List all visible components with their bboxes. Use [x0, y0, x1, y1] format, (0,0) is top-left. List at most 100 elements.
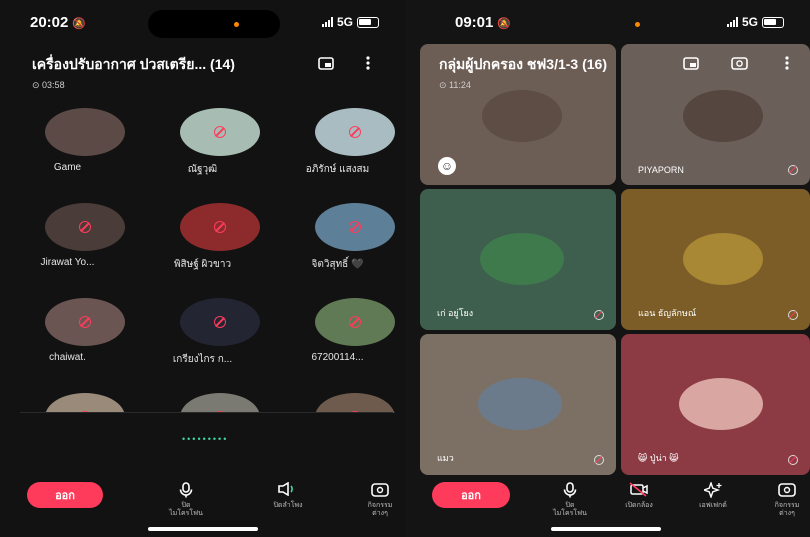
- mic-off-icon: [79, 316, 91, 328]
- battery-icon: [762, 16, 784, 28]
- phone-left: 20:02 🔕 5G เครื่องปรับอากาศ ปวสเตรีย... (…: [0, 0, 405, 537]
- phone-right: 09:01 🔕 5G ☺ PIYAPORN กลุ่มผู้ปกครอง ชฟ3/…: [405, 0, 810, 537]
- participant-name: Game: [53, 162, 82, 173]
- mic-off-icon: [349, 126, 361, 138]
- camera-label: เปิดกล้อง: [625, 502, 653, 509]
- switch-camera-icon[interactable]: [730, 56, 748, 70]
- status-bar: 20:02 🔕 5G: [0, 0, 405, 40]
- network-label: 5G: [741, 15, 758, 29]
- avatar: [482, 90, 562, 142]
- call-timer: ⊙ 11:24: [439, 80, 471, 90]
- leave-button[interactable]: ออก: [432, 482, 510, 508]
- status-right: 5G: [726, 15, 784, 29]
- mic-off-icon: [349, 221, 361, 233]
- camera-off-icon: [609, 482, 669, 500]
- video-tile[interactable]: 😸 ปู่น่า 😸: [621, 334, 810, 475]
- pip-icon[interactable]: [317, 56, 335, 70]
- participant-name: พิสิษฐ์ ผิวขาว: [173, 259, 232, 270]
- more-menu-icon[interactable]: [778, 56, 796, 70]
- leave-button[interactable]: ออก: [27, 482, 103, 508]
- avatar: [478, 378, 562, 430]
- avatar: [45, 108, 125, 156]
- effects-button[interactable]: เอฟเฟกต์: [683, 480, 743, 510]
- home-indicator: [551, 527, 661, 531]
- participant-cell[interactable]: 67200114...: [270, 290, 405, 385]
- camera-toggle[interactable]: เปิดกล้อง: [609, 482, 669, 510]
- participant-name: chaiwat.: [49, 352, 86, 363]
- participant-name: 67200114...: [311, 352, 364, 363]
- dynamic-island: [565, 10, 697, 38]
- participant-cell[interactable]: chaiwat.: [0, 290, 135, 385]
- participant-name: Jirawat Yo...: [40, 257, 95, 268]
- activities-label: กิจกรรม ต่างๆ: [774, 502, 800, 517]
- activities-label: กิจกรรม ต่างๆ: [367, 502, 393, 517]
- participant-cell[interactable]: จิตวิสุทธิ์ 🖤: [270, 195, 405, 290]
- mic-label: ปิด ไมโครโฟน: [553, 502, 587, 517]
- effects-label: เอฟเฟกต์: [699, 502, 727, 509]
- signal-icon: [321, 17, 333, 27]
- avatar: [180, 108, 260, 156]
- video-tile[interactable]: แมว: [420, 334, 616, 475]
- status-right: 5G: [321, 15, 379, 29]
- mic-off-icon: [594, 455, 604, 465]
- tile-name: แมว: [437, 453, 454, 463]
- mic-off-icon: [214, 316, 226, 328]
- mic-toggle[interactable]: ปิด ไมโครโฟน: [156, 482, 216, 518]
- participant-cell[interactable]: Jirawat Yo...: [0, 195, 135, 290]
- mic-off-icon: [788, 310, 798, 320]
- activities-icon: [757, 482, 810, 500]
- participant-cell[interactable]: เกรียงไกร ก...: [135, 290, 270, 385]
- participant-cell[interactable]: Game: [0, 100, 135, 195]
- avatar: [315, 298, 395, 346]
- microphone-icon: [540, 482, 600, 500]
- participant-cell[interactable]: อภิรักษ์ แสงสม: [270, 100, 405, 195]
- page-dots: •••••••••: [182, 434, 229, 444]
- activities-button[interactable]: กิจกรรม ต่างๆ: [757, 482, 810, 518]
- video-tile[interactable]: เก่ อยู่โยง: [420, 189, 616, 330]
- activities-icon: [350, 482, 405, 500]
- mic-off-icon: [349, 316, 361, 328]
- avatar: [180, 393, 260, 413]
- avatar: [180, 203, 260, 251]
- mic-off-icon: [594, 310, 604, 320]
- avatar: [315, 393, 395, 413]
- reaction-icon[interactable]: ☺: [438, 157, 456, 175]
- tile-name: PIYAPORN: [638, 165, 684, 175]
- participant-cell[interactable]: [0, 385, 135, 413]
- avatar: [683, 90, 763, 142]
- mic-label: ปิด ไมโครโฟน: [169, 502, 203, 517]
- network-label: 5G: [336, 15, 353, 29]
- status-bar: 09:01 🔕 5G: [405, 0, 810, 40]
- participant-cell[interactable]: ณัฐวุฒิ: [135, 100, 270, 195]
- mic-toggle[interactable]: ปิด ไมโครโฟน: [540, 482, 600, 518]
- signal-icon: [726, 17, 738, 27]
- tile-name: เก่ อยู่โยง: [437, 308, 474, 318]
- participant-name: จิตวิสุทธิ์ 🖤: [311, 259, 364, 270]
- call-controls: ออก ปิด ไมโครโฟน เปิดกล้อง เอฟเฟกต์ กิจก…: [405, 472, 810, 537]
- mic-off-icon: [788, 165, 798, 175]
- speaker-label: ปิดลำโพง: [273, 502, 303, 509]
- participant-cell[interactable]: พิสิษฐ์ ผิวขาว: [135, 195, 270, 290]
- avatar: [315, 108, 395, 156]
- avatar: [683, 233, 763, 285]
- participant-cell[interactable]: [270, 385, 405, 413]
- avatar: [45, 393, 125, 413]
- silent-bell-icon: 🔕: [72, 18, 87, 30]
- video-tile[interactable]: แอน ธัญลักษณ์: [621, 189, 810, 330]
- speaker-toggle[interactable]: ปิดลำโพง: [258, 481, 318, 510]
- participant-cell[interactable]: [135, 385, 270, 413]
- battery-icon: [357, 16, 379, 28]
- dynamic-island: [148, 10, 280, 38]
- pip-icon[interactable]: [682, 56, 700, 70]
- speaker-icon: [258, 481, 318, 500]
- divider: [20, 412, 393, 413]
- header-icons: [317, 56, 377, 70]
- more-menu-icon[interactable]: [359, 56, 377, 70]
- participant-name: อภิรักษ์ แสงสม: [305, 164, 370, 175]
- sparkle-icon: [683, 480, 743, 500]
- mic-off-icon: [214, 126, 226, 138]
- participant-name: เกรียงไกร ก...: [172, 354, 233, 365]
- mic-off-icon: [214, 221, 226, 233]
- participant-name: ณัฐวุฒิ: [187, 164, 218, 175]
- activities-button[interactable]: กิจกรรม ต่างๆ: [350, 482, 405, 518]
